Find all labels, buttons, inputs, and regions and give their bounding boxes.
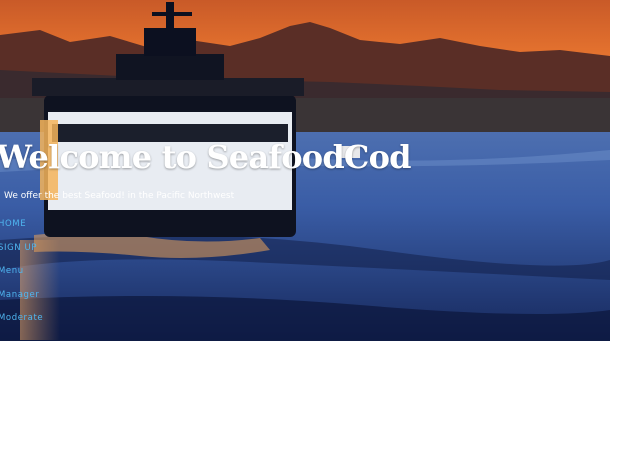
hero-banner: Welcome to SeafoodCod We offer the best … <box>0 0 610 341</box>
nav-item: Menu <box>0 258 43 282</box>
nav-link-manager[interactable]: Manager <box>0 290 39 300</box>
page-title: Welcome to SeafoodCod <box>0 138 412 176</box>
nav-item: Moderate <box>0 305 43 329</box>
nav-item: Manager <box>0 282 43 306</box>
page: Welcome to SeafoodCod We offer the best … <box>0 0 640 450</box>
nav-link-home[interactable]: HOME <box>0 219 26 229</box>
nav-link-menu[interactable]: Menu <box>0 266 24 276</box>
nav-item: HOME <box>0 211 43 235</box>
nav-item: SIGN UP <box>0 235 43 259</box>
nav-link-sign-up[interactable]: SIGN UP <box>0 243 37 253</box>
tagline: We offer the best Seafood! in the Pacifi… <box>4 191 235 201</box>
nav-link-moderate[interactable]: Moderate <box>0 313 43 323</box>
main-nav: HOME SIGN UP Menu Manager Moderate <box>0 211 43 329</box>
